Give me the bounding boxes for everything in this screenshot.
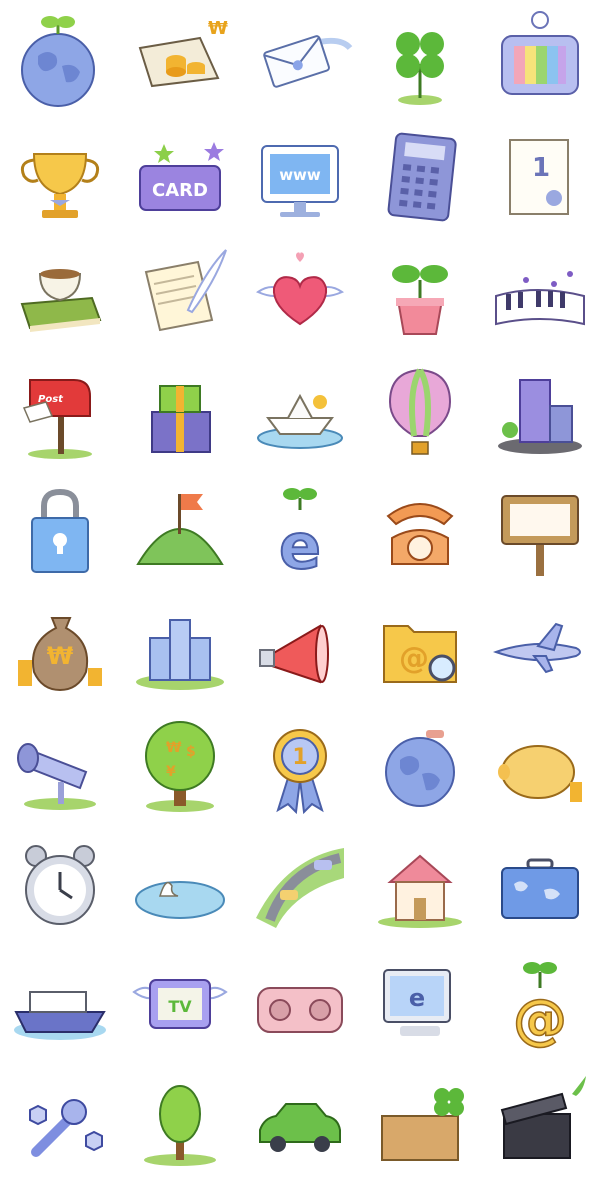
letter-quill-icon [120, 240, 240, 358]
potted-sprout-icon [360, 240, 480, 358]
piano-keys-icon [480, 240, 600, 358]
castle-icon [120, 594, 240, 712]
winged-heart-icon [240, 240, 360, 358]
world-travel-icon [360, 712, 480, 830]
trophy-icon [0, 122, 120, 240]
clover-icon [360, 4, 480, 122]
hot-air-balloon-icon [360, 358, 480, 476]
computer-e-letter: e [409, 984, 425, 1012]
pond-swan-icon [120, 830, 240, 948]
calculator-icon [360, 122, 480, 240]
number-one: 1 [532, 153, 550, 183]
envelope-icon [240, 4, 360, 122]
money-bag-icon: ₩ [0, 594, 120, 712]
airplane-icon [480, 594, 600, 712]
wrench-nuts-icon [0, 1066, 120, 1184]
road-cars-icon [240, 830, 360, 948]
folder-search-icon: @ [360, 594, 480, 712]
e-sprout-icon: e [240, 476, 360, 594]
megaphone-icon [240, 594, 360, 712]
piggy-bank-icon [480, 712, 600, 830]
www-monitor-icon: www [240, 122, 360, 240]
card-label: CARD [152, 180, 208, 201]
winged-tv-icon: TV [120, 948, 240, 1066]
green-car-icon [240, 1066, 360, 1184]
e-letter: e [279, 510, 321, 583]
hill-flag-icon [120, 476, 240, 594]
telescope-icon [0, 712, 120, 830]
at-sign-gold: @ [513, 988, 567, 1051]
icon-sheet: ₩ CARD www 1 Post e ₩ @ ₩ $ ¥ 1 TV e @ [0, 0, 600, 1200]
certificate-icon: 1 [480, 122, 600, 240]
won-sign-tree: ₩ [166, 740, 182, 756]
won-sign-bag: ₩ [47, 642, 74, 670]
wooden-signboard-icon [480, 476, 600, 594]
tv-color-bars-icon [480, 4, 600, 122]
laptop-coins-icon: ₩ [120, 4, 240, 122]
at-sign-folder: @ [399, 641, 429, 676]
padlock-bag-icon [0, 476, 120, 594]
www-label: www [279, 166, 321, 184]
at-sprout-icon: @ [480, 948, 600, 1066]
map-suitcase-icon [480, 830, 600, 948]
medal-number: 1 [292, 745, 307, 770]
mailbox-icon: Post [0, 358, 120, 476]
dollar-sign-tree: $ [186, 744, 196, 760]
clapperboard-icon [480, 1066, 600, 1184]
globe-sprout-icon [0, 4, 120, 122]
money-tree-icon: ₩ $ ¥ [120, 712, 240, 830]
parcel-clover-icon [360, 1066, 480, 1184]
gift-boxes-icon [120, 358, 240, 476]
house-icon [360, 830, 480, 948]
city-buildings-icon [480, 358, 600, 476]
medal-icon: 1 [240, 712, 360, 830]
yen-sign-tree: ¥ [166, 764, 176, 780]
paper-boat-icon [240, 358, 360, 476]
alarm-clock-icon [0, 830, 120, 948]
card-sign-icon: CARD [120, 122, 240, 240]
teacup-book-icon [0, 240, 120, 358]
tree-icon [120, 1066, 240, 1184]
won-sign: ₩ [208, 18, 228, 39]
rotary-telephone-icon [360, 476, 480, 594]
radio-cassette-icon [240, 948, 360, 1066]
cruise-ship-icon [0, 948, 120, 1066]
computer-e-icon: e [360, 948, 480, 1066]
tv-label: TV [168, 997, 192, 1016]
